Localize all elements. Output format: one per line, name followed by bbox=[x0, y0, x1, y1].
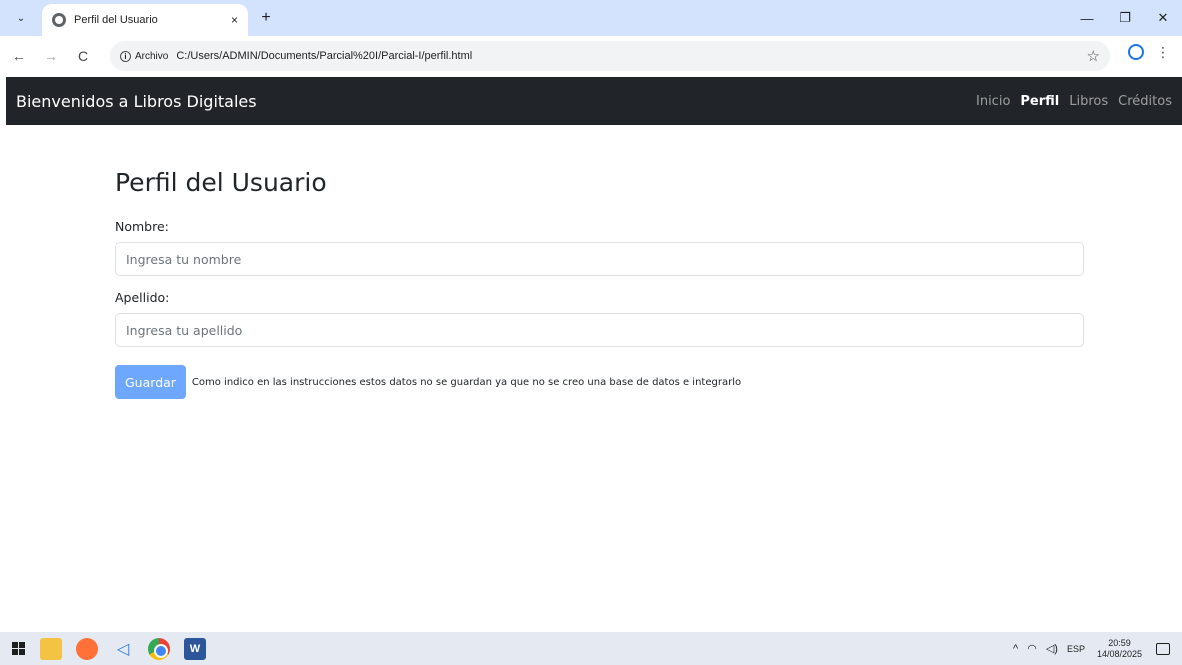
chrome-icon[interactable] bbox=[148, 637, 170, 660]
apellido-input[interactable] bbox=[115, 313, 1084, 347]
tab-perfil-del-usuario[interactable]: Perfil del Usuario × bbox=[42, 4, 248, 36]
guardar-button[interactable]: Guardar bbox=[115, 365, 186, 399]
clock-time: 20:59 bbox=[1108, 637, 1131, 648]
firefox-icon[interactable] bbox=[76, 637, 98, 660]
profile-icon[interactable] bbox=[1128, 44, 1144, 60]
start-icon[interactable] bbox=[12, 641, 26, 656]
chevron-up-icon[interactable]: ^ bbox=[1013, 643, 1018, 655]
nav-link-perfil[interactable]: Perfil bbox=[1020, 94, 1059, 109]
form-note: Como indico en las instrucciones estos d… bbox=[191, 376, 742, 388]
nombre-label: Nombre: bbox=[115, 219, 169, 234]
nav-link-libros[interactable]: Libros bbox=[1069, 94, 1108, 109]
bookmark-star-icon[interactable]: ☆ bbox=[1087, 47, 1100, 65]
back-icon[interactable]: ← bbox=[6, 43, 32, 69]
security-label: Archivo bbox=[135, 50, 169, 62]
forward-icon[interactable]: → bbox=[38, 43, 64, 69]
info-icon: i bbox=[120, 50, 131, 62]
browser-menu-icon[interactable]: ⋮ bbox=[1156, 44, 1170, 61]
close-tab-icon[interactable]: × bbox=[231, 13, 238, 27]
close-window-icon[interactable]: ✕ bbox=[1144, 0, 1182, 36]
restore-icon[interactable]: ❐ bbox=[1106, 0, 1144, 36]
windows-taskbar: ◁ W ^ ◠ ◁) ESP 20:59 14/08/2025 bbox=[0, 632, 1182, 665]
vscode-icon[interactable]: ◁ bbox=[112, 638, 134, 660]
site-navbar: Bienvenidos a Libros Digitales Inicio Pe… bbox=[6, 77, 1182, 125]
address-bar[interactable]: i Archivo C:/Users/ADMIN/Documents/Parci… bbox=[110, 41, 1110, 71]
language-indicator[interactable]: ESP bbox=[1067, 644, 1085, 654]
apellido-label: Apellido: bbox=[115, 290, 170, 305]
new-tab-icon[interactable]: + bbox=[254, 6, 278, 30]
tab-search-dropdown-icon[interactable]: ⌄ bbox=[8, 6, 34, 30]
nav-link-creditos[interactable]: Créditos bbox=[1118, 94, 1172, 109]
profile-form: Perfil del Usuario Nombre: Apellido: Gua… bbox=[115, 168, 1084, 399]
file-explorer-icon[interactable] bbox=[40, 637, 62, 660]
minimize-icon[interactable]: — bbox=[1068, 0, 1106, 36]
form-actions: Guardar Como indico en las instrucciones… bbox=[115, 365, 1084, 399]
browser-toolbar: ← → C i Archivo C:/Users/ADMIN/Documents… bbox=[0, 36, 1182, 76]
url-text: C:/Users/ADMIN/Documents/Parcial%20I/Par… bbox=[176, 50, 473, 62]
page-title: Perfil del Usuario bbox=[115, 168, 327, 197]
browser-tabstrip: ⌄ Perfil del Usuario × + — ❐ ✕ bbox=[0, 0, 1182, 36]
globe-icon bbox=[52, 13, 66, 27]
volume-icon[interactable]: ◁) bbox=[1046, 642, 1058, 655]
reload-icon[interactable]: C bbox=[70, 43, 96, 69]
word-icon[interactable]: W bbox=[184, 637, 206, 660]
site-info-chip[interactable]: i Archivo bbox=[120, 50, 169, 62]
nombre-input[interactable] bbox=[115, 242, 1084, 276]
wifi-icon[interactable]: ◠ bbox=[1027, 642, 1037, 655]
notification-icon[interactable] bbox=[1156, 642, 1170, 655]
system-tray: ^ ◠ ◁) ESP 20:59 14/08/2025 bbox=[1013, 632, 1182, 665]
clock[interactable]: 20:59 14/08/2025 bbox=[1097, 638, 1142, 660]
nav-link-inicio[interactable]: Inicio bbox=[976, 94, 1010, 109]
navbar-brand[interactable]: Bienvenidos a Libros Digitales bbox=[16, 92, 966, 111]
tab-title: Perfil del Usuario bbox=[74, 14, 158, 26]
clock-date: 14/08/2025 bbox=[1096, 648, 1142, 659]
window-controls: — ❐ ✕ bbox=[1068, 0, 1182, 36]
